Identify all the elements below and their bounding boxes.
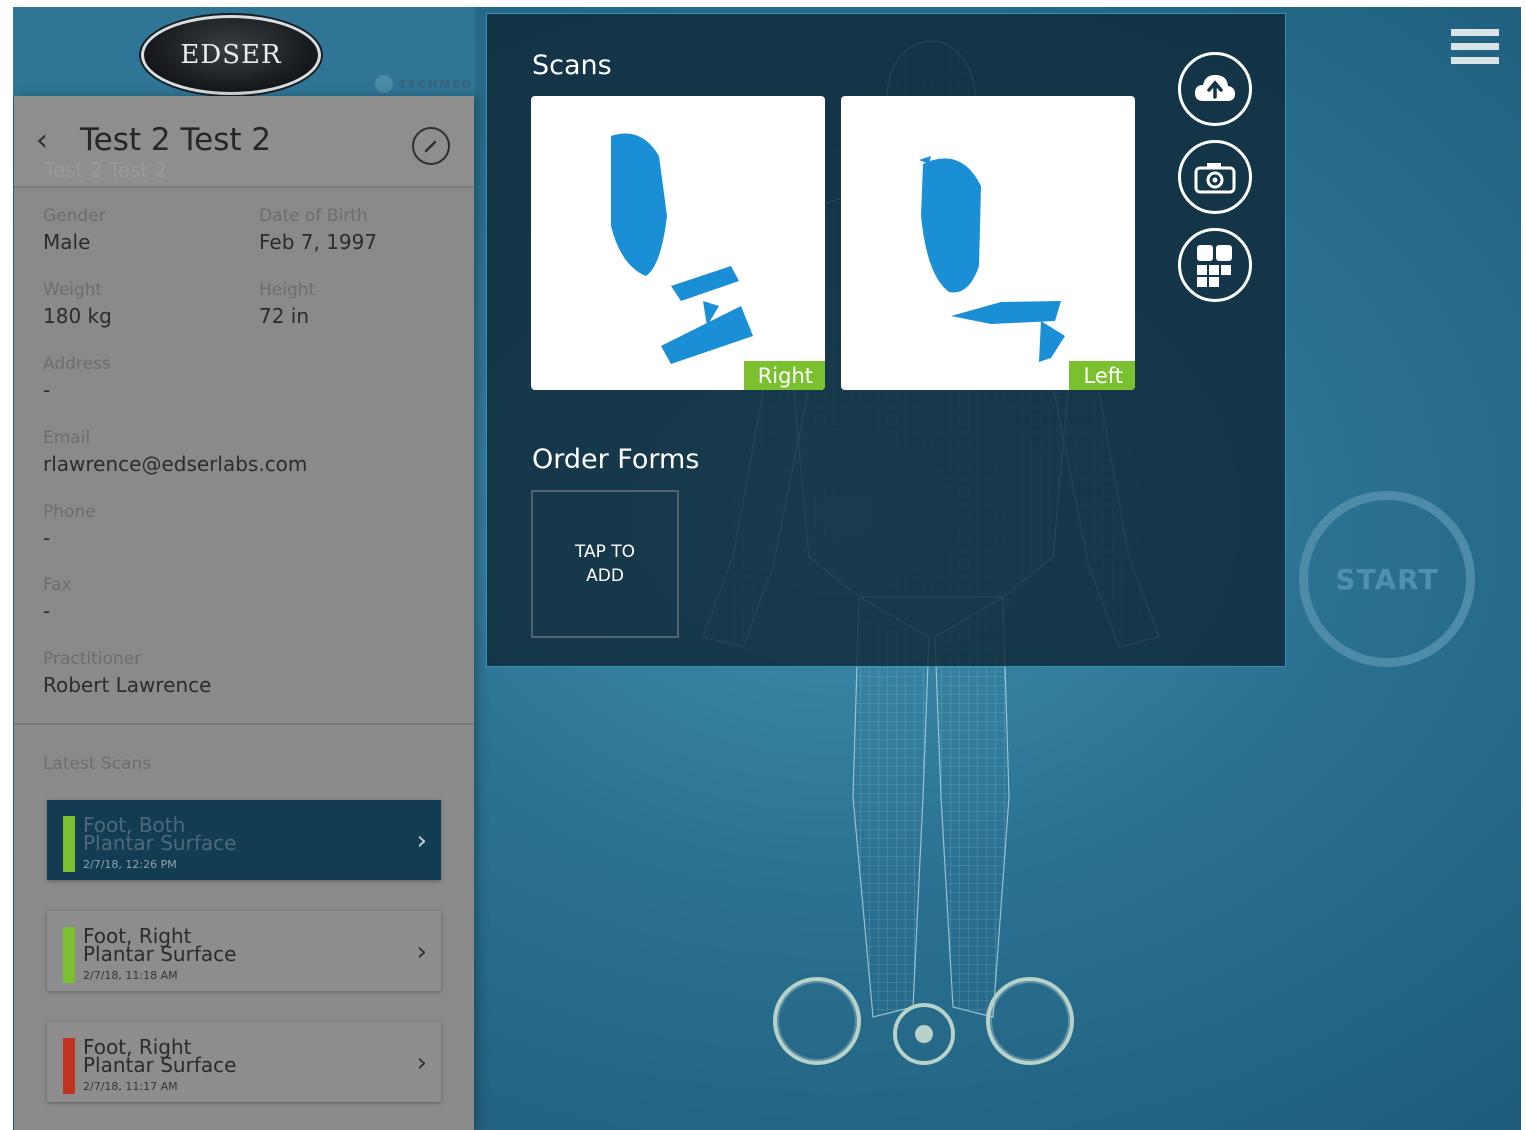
chevron-right-icon: ›: [416, 937, 427, 967]
field-date-of-birth: Date of Birth Feb 7, 1997: [259, 206, 378, 254]
right-foot-scan-thumbnail[interactable]: Right: [531, 96, 825, 390]
scan-list-item[interactable]: Foot, Both Plantar Surface 2/7/18, 12:26…: [47, 800, 441, 880]
patient-subtitle: Test 2 Test 2: [44, 158, 168, 182]
patient-details-panel: ‹ Test 2 Test 2 Test 2 Test 2 Gender Mal…: [14, 96, 474, 1130]
latest-scans-title: Latest Scans: [43, 754, 152, 774]
center-target-icon[interactable]: [893, 1003, 955, 1065]
patient-name: Test 2 Test 2: [80, 122, 272, 158]
scan-list-item[interactable]: Foot, Right Plantar Surface 2/7/18, 11:1…: [47, 1022, 441, 1102]
start-button[interactable]: START: [1299, 491, 1475, 667]
chevron-right-icon: ›: [416, 826, 427, 856]
field-phone: Phone -: [43, 502, 96, 550]
left-foot-scan-thumbnail[interactable]: Left: [841, 96, 1135, 390]
grid-view-icon[interactable]: [1178, 228, 1252, 302]
cloud-upload-icon[interactable]: [1178, 52, 1252, 126]
camera-icon[interactable]: [1178, 140, 1252, 214]
right-label-badge: Right: [743, 361, 825, 390]
hamburger-menu-icon[interactable]: [1451, 29, 1499, 69]
section-divider: [14, 723, 474, 725]
left-foot-target-icon[interactable]: [986, 977, 1074, 1065]
patient-header: ‹ Test 2 Test 2 Test 2 Test 2: [14, 96, 474, 188]
field-email: Email rlawrence@edserlabs.com: [43, 428, 308, 476]
top-bar: EDSER TECHMED: [13, 7, 475, 97]
scans-title: Scans: [532, 50, 612, 81]
techmed-logo-icon: [375, 75, 393, 93]
field-weight: Weight 180 kg: [43, 280, 112, 328]
scans-panel: Scans Right Left Order Forms TAP TO ADD: [486, 13, 1286, 667]
status-indicator: [63, 927, 75, 983]
status-indicator: [63, 816, 75, 872]
back-chevron-icon[interactable]: ‹: [36, 126, 48, 156]
tap-to-add-order-form[interactable]: TAP TO ADD: [531, 490, 679, 638]
scan-list-item[interactable]: Foot, Right Plantar Surface 2/7/18, 11:1…: [47, 911, 441, 991]
left-foot-scan-image: [919, 156, 1065, 362]
field-practitioner: Practitioner Robert Lawrence: [43, 649, 212, 697]
field-height: Height 72 in: [259, 280, 316, 328]
right-foot-target-icon[interactable]: [773, 977, 861, 1065]
right-foot-scan-image: [611, 133, 753, 364]
field-fax: Fax -: [43, 575, 72, 623]
order-forms-title: Order Forms: [532, 444, 700, 475]
techmed-logo: TECHMED: [375, 75, 473, 93]
field-address: Address -: [43, 354, 111, 402]
chevron-right-icon: ›: [416, 1048, 427, 1078]
field-gender: Gender Male: [43, 206, 106, 254]
status-indicator: [63, 1038, 75, 1094]
app-background: EDSER TECHMED START ‹ Test 2 Test 2 Test…: [13, 7, 1521, 1130]
edser-logo: EDSER: [141, 15, 321, 95]
edit-pencil-icon[interactable]: [412, 127, 450, 165]
left-label-badge: Left: [1069, 361, 1135, 390]
